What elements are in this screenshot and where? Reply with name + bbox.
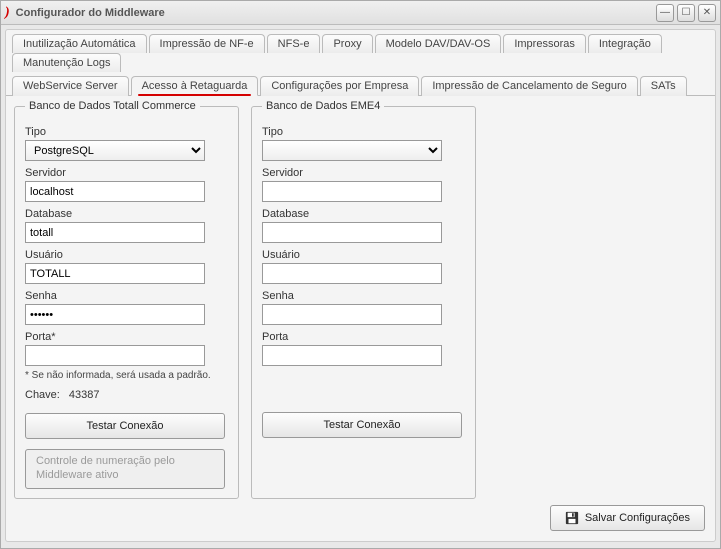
group-legend: Banco de Dados Totall Commerce (25, 100, 200, 112)
tab-configura-es-por-empresa[interactable]: Configurações por Empresa (260, 76, 419, 96)
input-senha-b[interactable] (262, 304, 442, 325)
label-servidor: Servidor (25, 167, 228, 179)
input-porta-b[interactable] (262, 345, 442, 366)
group-legend-b: Banco de Dados EME4 (262, 100, 384, 112)
save-button[interactable]: Salvar Configurações (550, 505, 705, 531)
chave-row: Chave: 43387 (25, 389, 228, 401)
footer: Salvar Configurações (550, 505, 705, 531)
label-usuario: Usuário (25, 249, 228, 261)
tab-manuten-o-logs[interactable]: Manutenção Logs (12, 53, 121, 72)
tab-impressoras[interactable]: Impressoras (503, 34, 586, 53)
tab-inutiliza-o-autom-tica[interactable]: Inutilização Automática (12, 34, 147, 53)
select-tipo-a[interactable]: PostgreSQL (25, 140, 205, 161)
input-usuario-b[interactable] (262, 263, 442, 284)
close-button[interactable]: ✕ (698, 4, 716, 22)
hint-porta: * Se não informada, será usada a padrão. (25, 370, 228, 381)
tab-acesso-retaguarda[interactable]: Acesso à Retaguarda (131, 76, 259, 96)
input-porta-a[interactable] (25, 345, 205, 366)
tab-integra-o[interactable]: Integração (588, 34, 662, 53)
tab-modelo-dav-dav-os[interactable]: Modelo DAV/DAV-OS (375, 34, 502, 53)
label-tipo-b: Tipo (262, 126, 465, 138)
tab-row-1: Inutilização AutomáticaImpressão de NF-e… (6, 30, 715, 72)
select-tipo-b[interactable] (262, 140, 442, 161)
tab-impress-o-de-nf-e[interactable]: Impressão de NF-e (149, 34, 265, 53)
tab-impress-o-de-cancelamento-de-seguro[interactable]: Impressão de Cancelamento de Seguro (421, 76, 637, 96)
chave-label: Chave: (25, 389, 60, 401)
tab-proxy[interactable]: Proxy (322, 34, 372, 53)
app-icon: ) (5, 5, 10, 21)
label-porta-b: Porta (262, 331, 465, 343)
panel-area: Banco de Dados Totall Commerce Tipo Post… (14, 100, 707, 499)
label-usuario-b: Usuário (262, 249, 465, 261)
content-area: Inutilização AutomáticaImpressão de NF-e… (5, 29, 716, 542)
titlebar: ) Configurador do Middleware — ☐ ✕ (1, 1, 720, 25)
group-eme4: Banco de Dados EME4 Tipo Servidor Databa… (251, 100, 476, 499)
group-totall-commerce: Banco de Dados Totall Commerce Tipo Post… (14, 100, 239, 499)
label-senha: Senha (25, 290, 228, 302)
input-servidor-a[interactable] (25, 181, 205, 202)
input-senha-a[interactable] (25, 304, 205, 325)
tab-row-2: WebService ServerAcesso à RetaguardaConf… (6, 72, 715, 96)
save-icon (565, 511, 579, 525)
minimize-button[interactable]: — (656, 4, 674, 22)
test-connection-b-button[interactable]: Testar Conexão (262, 412, 462, 438)
input-database-a[interactable] (25, 222, 205, 243)
test-connection-a-button[interactable]: Testar Conexão (25, 413, 225, 439)
tab-nfs-e[interactable]: NFS-e (267, 34, 321, 53)
label-servidor-b: Servidor (262, 167, 465, 179)
numbering-control-button[interactable]: Controle de numeração pelo Middleware at… (25, 449, 225, 489)
label-senha-b: Senha (262, 290, 465, 302)
label-porta: Porta* (25, 331, 228, 343)
window-title: Configurador do Middleware (16, 7, 165, 19)
chave-value: 43387 (69, 389, 100, 401)
label-database-b: Database (262, 208, 465, 220)
maximize-button[interactable]: ☐ (677, 4, 695, 22)
tab-sats[interactable]: SATs (640, 76, 687, 96)
tab-webservice-server[interactable]: WebService Server (12, 76, 129, 96)
input-servidor-b[interactable] (262, 181, 442, 202)
label-tipo: Tipo (25, 126, 228, 138)
app-window: ) Configurador do Middleware — ☐ ✕ Inuti… (0, 0, 721, 549)
input-usuario-a[interactable] (25, 263, 205, 284)
input-database-b[interactable] (262, 222, 442, 243)
save-button-label: Salvar Configurações (585, 512, 690, 524)
label-database: Database (25, 208, 228, 220)
